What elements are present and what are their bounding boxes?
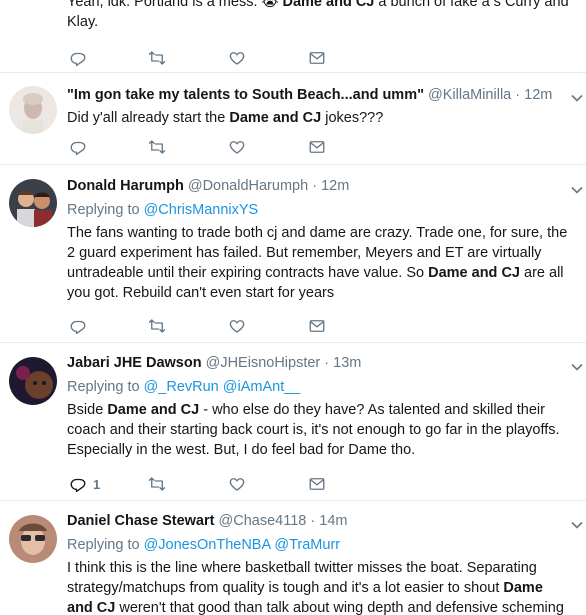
like-button[interactable] xyxy=(228,137,246,157)
direct-message-icon xyxy=(309,141,325,153)
tweet[interactable]: Daniel Chase Stewart @Chase4118 · 14m Re… xyxy=(0,501,586,615)
reply-icon xyxy=(70,320,86,335)
handle[interactable]: @KillaMinilla xyxy=(428,87,511,103)
tweet-header: Donald Harumph @DonaldHarumph · 12m xyxy=(67,177,572,196)
display-name[interactable]: Jabari JHE Dawson xyxy=(67,355,202,371)
chevron-down-icon[interactable] xyxy=(570,518,584,532)
avatar[interactable] xyxy=(9,179,57,227)
display-name[interactable]: Daniel Chase Stewart xyxy=(67,513,214,529)
tweet-timeline: Yeah, idk. Portland is a mess. 😭 Dame an… xyxy=(0,0,586,615)
tweet[interactable]: Donald Harumph @DonaldHarumph · 12m Repl… xyxy=(0,165,586,343)
direct-message-icon xyxy=(309,478,325,490)
handle[interactable]: @DonaldHarumph xyxy=(188,178,308,194)
tweet[interactable]: Jabari JHE Dawson @JHEisnoHipster · 13m … xyxy=(0,343,586,501)
retweet-button[interactable] xyxy=(148,316,166,336)
tweet-actions xyxy=(67,137,367,159)
tweet-text: Bside Dame and CJ - who else do they hav… xyxy=(67,402,560,458)
retweet-icon xyxy=(148,140,166,154)
timestamp[interactable]: 12m xyxy=(321,178,349,194)
separator-dot: · xyxy=(310,513,316,529)
avatar[interactable] xyxy=(9,86,57,134)
like-button[interactable] xyxy=(228,474,246,494)
timestamp[interactable]: 13m xyxy=(333,355,361,371)
separator-dot: · xyxy=(312,178,318,194)
mention-link[interactable]: @TraMurr xyxy=(270,537,340,553)
mention-link[interactable]: @iAmAnt__ xyxy=(219,379,301,395)
chevron-down-icon[interactable] xyxy=(570,360,584,374)
replying-to: Replying to @_RevRun @iAmAnt__ xyxy=(67,379,301,395)
reply-button[interactable] xyxy=(69,48,87,68)
direct-message-button[interactable] xyxy=(308,48,326,68)
reply-icon xyxy=(70,141,86,156)
reply-button[interactable] xyxy=(69,316,87,336)
separator-dot: · xyxy=(515,87,521,103)
tweet-actions xyxy=(67,48,367,70)
handle[interactable]: @JHEisnoHipster xyxy=(206,355,321,371)
mention-link[interactable]: @ChrisMannixYS xyxy=(144,202,259,218)
tweet-header: Jabari JHE Dawson @JHEisnoHipster · 13m xyxy=(67,354,572,373)
handle[interactable]: @Chase4118 xyxy=(219,513,307,529)
like-icon xyxy=(229,52,245,65)
timestamp[interactable]: 14m xyxy=(319,513,347,529)
mention-link[interactable]: @JonesOnTheNBA xyxy=(144,537,271,553)
tweet-header: "Im gon take my talents to South Beach..… xyxy=(67,86,572,105)
like-icon xyxy=(229,478,245,491)
separator-dot: · xyxy=(324,355,330,371)
retweet-button[interactable] xyxy=(148,137,166,157)
retweet-icon xyxy=(148,51,166,65)
like-icon xyxy=(229,320,245,333)
reply-button[interactable]: 1 xyxy=(69,474,100,494)
direct-message-button[interactable] xyxy=(308,474,326,494)
direct-message-icon xyxy=(309,320,325,332)
reply-icon xyxy=(70,478,86,493)
avatar[interactable] xyxy=(9,515,57,563)
retweet-button[interactable] xyxy=(148,48,166,68)
chevron-down-icon[interactable] xyxy=(570,91,584,105)
like-button[interactable] xyxy=(228,316,246,336)
direct-message-button[interactable] xyxy=(308,137,326,157)
tweet-text: The fans wanting to trade both cj and da… xyxy=(67,225,568,301)
like-button[interactable] xyxy=(228,48,246,68)
tweet[interactable]: Yeah, idk. Portland is a mess. 😭 Dame an… xyxy=(0,0,586,73)
retweet-icon xyxy=(148,319,166,333)
display-name[interactable]: Donald Harumph xyxy=(67,178,184,194)
avatar[interactable] xyxy=(9,357,57,405)
tweet[interactable]: "Im gon take my talents to South Beach..… xyxy=(0,73,586,165)
retweet-button[interactable] xyxy=(148,474,166,494)
reply-icon xyxy=(70,52,86,67)
tweet-header: Daniel Chase Stewart @Chase4118 · 14m xyxy=(67,512,572,531)
tweet-text: Yeah, idk. Portland is a mess. 😭 Dame an… xyxy=(67,0,572,32)
mention-link[interactable]: @_RevRun xyxy=(144,379,219,395)
replying-to: Replying to @ChrisMannixYS xyxy=(67,202,259,218)
retweet-icon xyxy=(148,477,166,491)
like-icon xyxy=(229,141,245,154)
direct-message-button[interactable] xyxy=(308,316,326,336)
replying-to: Replying to @JonesOnTheNBA @TraMurr xyxy=(67,537,341,553)
tweet-text: I think this is the line where basketbal… xyxy=(67,560,564,615)
tweet-actions xyxy=(67,316,367,338)
chevron-down-icon[interactable] xyxy=(570,183,584,197)
reply-button[interactable] xyxy=(69,137,87,157)
crying-emoji: 😭 xyxy=(261,0,279,10)
display-name[interactable]: "Im gon take my talents to South Beach..… xyxy=(67,87,424,103)
direct-message-icon xyxy=(309,52,325,64)
reply-count: 1 xyxy=(93,476,101,492)
tweet-text: Did y'all already start the Dame and CJ … xyxy=(67,110,384,126)
tweet-actions: 1 xyxy=(67,474,367,496)
timestamp[interactable]: 12m xyxy=(524,87,552,103)
